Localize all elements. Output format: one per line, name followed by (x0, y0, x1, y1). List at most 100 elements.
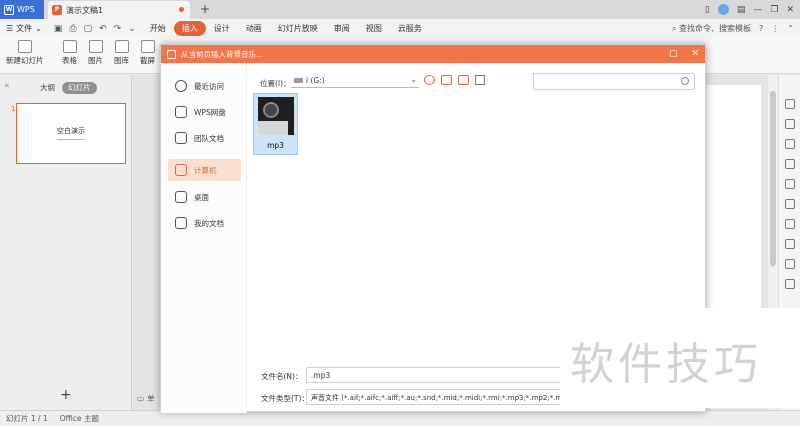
print-icon[interactable]: ⎙ (69, 24, 76, 34)
slide-thumbnail-title: 空白演示 (57, 127, 85, 135)
new-slide-icon (17, 40, 32, 53)
scrollbar-thumb[interactable] (770, 91, 776, 266)
picture-button[interactable]: 图片 (88, 40, 103, 66)
dialog-close-icon[interactable]: ✕ (691, 49, 699, 59)
layers-icon[interactable] (785, 179, 795, 189)
sidebar-item-wps-cloud[interactable]: WPS网盘 (168, 101, 241, 123)
shape-icon[interactable] (785, 119, 795, 129)
slide-count: 幻灯片 1 / 1 (6, 414, 48, 423)
slide-number: 1 (11, 105, 16, 113)
menu-animation[interactable]: 动画 (238, 21, 270, 36)
new-folder-icon[interactable] (458, 75, 469, 85)
command-search[interactable]: ⌕ 查找命令、搜索模板 (672, 23, 751, 34)
star-icon[interactable] (785, 99, 795, 109)
phone-icon[interactable]: ▯ (705, 5, 710, 15)
save-icon[interactable]: ▣ (54, 24, 63, 34)
tab-slides[interactable]: 幻灯片 (62, 82, 97, 94)
navigation-buttons (424, 75, 485, 85)
screenshot-button[interactable]: 截屏 (140, 40, 155, 66)
quick-access-toolbar: ▣ ⎙ ▢ ↶ ↷ ⌄ (48, 24, 142, 34)
skin-icon[interactable]: ▤ (737, 5, 746, 15)
history-icon[interactable] (785, 259, 795, 269)
gallery-button[interactable]: 图库 (114, 40, 129, 66)
wps-logo-icon: W (4, 4, 14, 15)
hamburger-icon: ☰ (6, 24, 14, 33)
customize-icon[interactable]: ⌄ (128, 24, 136, 34)
adjust-icon[interactable] (785, 159, 795, 169)
screenshot-icon (140, 40, 155, 53)
collapse-panel-icon[interactable]: « (4, 81, 10, 91)
presentation-icon: P (52, 5, 62, 15)
slide-thumbnail[interactable]: 空白演示 (16, 103, 126, 164)
gallery-label: 图库 (114, 56, 129, 65)
speaker-icon (263, 102, 279, 118)
sidebar-item-my-documents[interactable]: 我的文档 (168, 212, 241, 234)
box-icon[interactable] (785, 219, 795, 229)
document-tab[interactable]: P 演示文稿1 (48, 1, 190, 19)
menu-slideshow[interactable]: 幻灯片放映 (270, 21, 326, 36)
desktop-icon (175, 191, 187, 203)
user-avatar[interactable] (717, 4, 729, 15)
new-slide-label: 新建幻灯片 (6, 56, 44, 65)
monitor-icon (175, 164, 187, 176)
up-folder-icon[interactable] (441, 75, 452, 85)
document-tab-title: 演示文稿1 (66, 5, 104, 15)
thumbnail-blur (258, 121, 288, 135)
location-select[interactable]: i (G:) ⌄ (291, 74, 419, 88)
menu-view[interactable]: 视图 (358, 21, 390, 36)
sidebar-item-computer[interactable]: 计算机 (168, 159, 241, 181)
menu-review[interactable]: 审阅 (326, 21, 358, 36)
table-icon (62, 40, 77, 53)
dialog-title-bar[interactable]: 从当前页插入背景音乐... ▢ ✕ (161, 45, 705, 63)
menu-cloud[interactable]: 云服务 (390, 21, 430, 36)
preview-icon[interactable]: ▢ (84, 24, 93, 34)
collapse-ribbon-icon[interactable]: ⌃ (787, 24, 794, 33)
undo-icon[interactable]: ↶ (99, 24, 107, 34)
audio-file-thumbnail (258, 97, 294, 135)
add-slide-button[interactable]: + (60, 387, 72, 403)
wps-logo-icon (167, 49, 176, 59)
sidebar-item-label: 计算机 (194, 165, 217, 175)
sidebar-item-recent[interactable]: 最近访问 (168, 75, 241, 97)
backup-icon[interactable] (785, 279, 795, 289)
wps-app-tab[interactable]: W WPS (0, 0, 44, 19)
sidebar-item-desktop[interactable]: 桌面 (168, 186, 241, 208)
share-icon[interactable] (785, 239, 795, 249)
table-button[interactable]: 表格 (62, 40, 77, 66)
window-controls: ▯ ▤ — ❐ ✕ (705, 0, 800, 19)
maximize-icon[interactable]: ❐ (770, 5, 778, 15)
minimize-icon[interactable]: — (753, 5, 762, 15)
close-icon[interactable]: ✕ (786, 5, 794, 15)
sidebar-item-label: 桌面 (194, 192, 209, 202)
menu-bar: ☰ 文件 ⌄ ▣ ⎙ ▢ ↶ ↷ ⌄ 开始 插入 设计 动画 幻灯片放映 审阅 … (0, 19, 800, 38)
menu-design[interactable]: 设计 (206, 21, 238, 36)
slide-thumbnail-subtitle (57, 139, 85, 140)
watermark-text: 软件技巧 (570, 339, 762, 390)
clock-icon (175, 80, 187, 92)
table-label: 表格 (62, 56, 77, 65)
menu-insert[interactable]: 插入 (173, 21, 206, 36)
menu-start[interactable]: 开始 (142, 21, 174, 36)
redo-icon[interactable]: ↷ (114, 24, 122, 34)
picture-icon (88, 40, 103, 53)
tab-outline[interactable]: 大纲 (34, 82, 61, 94)
theme-name[interactable]: Office 主题 (60, 413, 99, 424)
file-item-mp3[interactable]: mp3 (253, 93, 298, 155)
sidebar-item-label: WPS网盘 (194, 107, 226, 117)
notes-area[interactable]: ▭ 单 (137, 393, 155, 404)
sidebar-item-team-docs[interactable]: 团队文档 (168, 127, 241, 149)
sidebar-item-label: 团队文档 (194, 133, 224, 143)
dialog-maximize-icon[interactable]: ▢ (669, 49, 678, 59)
help-button[interactable]: ? (759, 24, 763, 33)
search-icon (681, 77, 689, 85)
search-input[interactable] (533, 73, 695, 90)
copy-icon[interactable] (785, 139, 795, 149)
more-icon[interactable]: ⋮ (771, 24, 779, 33)
new-slide-button[interactable]: 新建幻灯片 (6, 40, 44, 66)
new-tab-button[interactable]: + (196, 1, 214, 18)
view-mode-icon[interactable] (475, 75, 485, 85)
animation-icon[interactable] (785, 199, 795, 209)
file-menu[interactable]: ☰ 文件 ⌄ (0, 19, 48, 38)
back-icon[interactable] (424, 75, 435, 85)
chevron-down-icon: ⌄ (410, 75, 417, 84)
